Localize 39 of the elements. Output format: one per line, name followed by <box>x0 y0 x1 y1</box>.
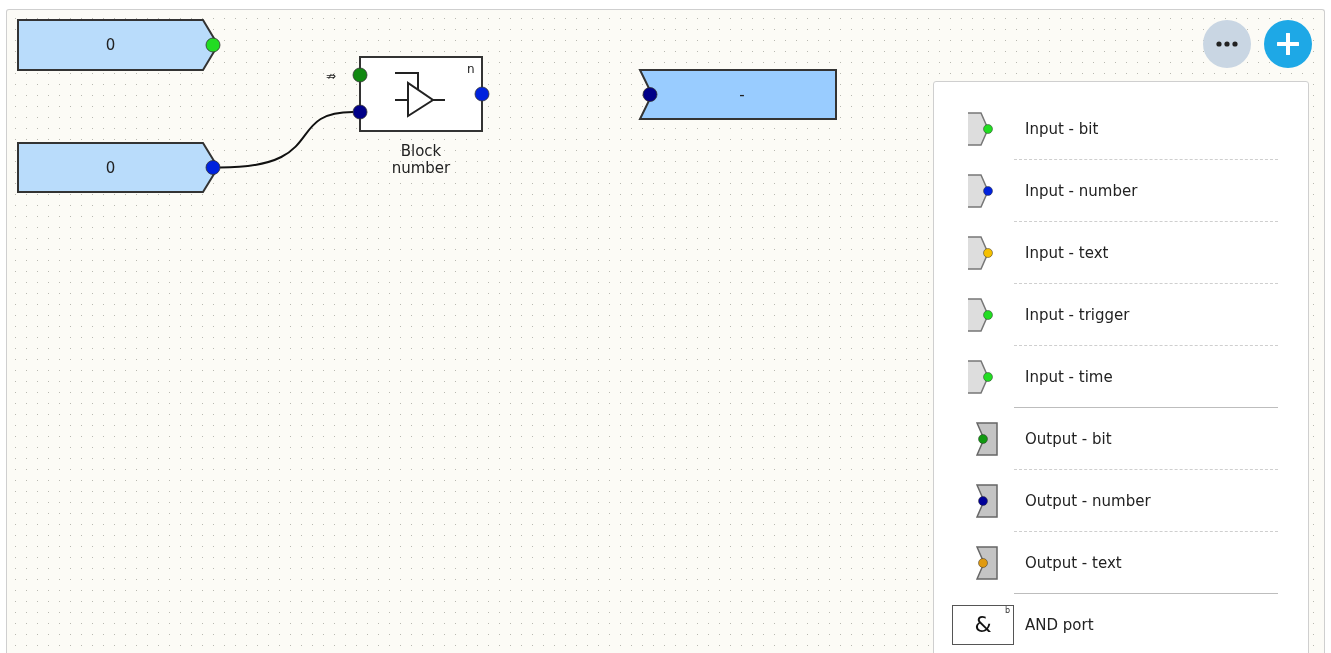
palette-item[interactable]: Output - number <box>1014 491 1151 510</box>
input-block-icon[interactable] <box>967 297 995 332</box>
node-value: 0 <box>105 158 116 177</box>
output-node[interactable]: - <box>638 69 837 120</box>
more-icon <box>1216 41 1238 47</box>
add-button[interactable] <box>1264 20 1312 68</box>
palette-item[interactable]: Input - number <box>1014 181 1138 200</box>
type-mark: n <box>467 62 475 76</box>
corner-mark: b <box>1004 605 1010 615</box>
port[interactable] <box>205 37 221 53</box>
hysteresis-icon <box>394 72 446 118</box>
add-icon <box>1277 33 1299 55</box>
port[interactable] <box>642 87 658 102</box>
palette-item[interactable]: Input - bit <box>1014 119 1099 138</box>
input-block-icon[interactable] <box>967 173 995 208</box>
input-block-icon[interactable] <box>967 235 995 270</box>
node-value: - <box>739 85 745 104</box>
gate-icon[interactable]: & b <box>952 604 1014 645</box>
more-button[interactable] <box>1203 20 1251 68</box>
block-label: Block number <box>390 143 452 177</box>
input-block-icon[interactable] <box>967 359 995 394</box>
input-node[interactable]: 0 <box>17 19 221 71</box>
palette-item[interactable]: Output - bit <box>1014 429 1112 448</box>
port[interactable] <box>205 160 221 175</box>
palette-item[interactable]: AND port <box>1014 615 1094 634</box>
palette-item[interactable]: Output - text <box>1014 553 1122 572</box>
palette-item[interactable]: Input - trigger <box>1014 305 1130 324</box>
output-block-icon[interactable] <box>976 483 998 518</box>
input-block-icon[interactable] <box>967 111 995 146</box>
trigger-symbol: ⇏ <box>326 69 337 83</box>
port[interactable] <box>352 104 368 120</box>
port[interactable] <box>352 67 368 83</box>
palette-item[interactable]: Input - time <box>1014 367 1113 386</box>
input-node[interactable]: 0 <box>17 142 221 193</box>
port[interactable] <box>474 86 490 102</box>
gate-symbol: & <box>974 612 992 637</box>
node-value: 0 <box>105 36 116 54</box>
palette-item[interactable]: Input - text <box>1014 243 1109 262</box>
function-block[interactable] <box>359 56 483 132</box>
